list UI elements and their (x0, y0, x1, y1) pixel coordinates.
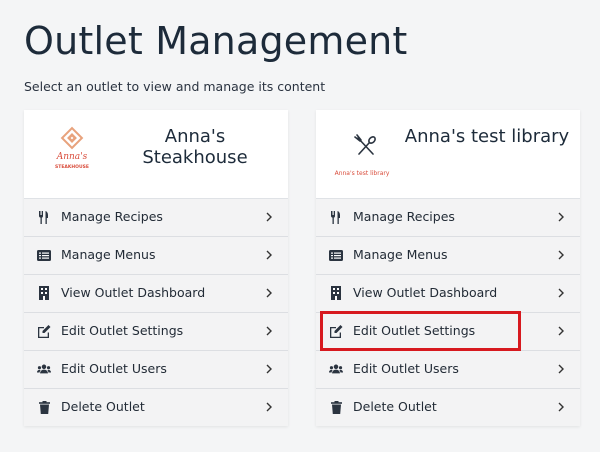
chevron-right-icon (558, 326, 564, 336)
menu-item-label: View Outlet Dashboard (353, 285, 498, 300)
chevron-right-icon (266, 250, 272, 260)
logo-text-line1: Anna's (56, 152, 88, 162)
menu-item-label: Manage Menus (61, 247, 156, 262)
page-title: Outlet Management (24, 19, 408, 63)
manage-menus-button[interactable]: Manage Menus (24, 237, 288, 275)
chevron-right-icon (558, 250, 564, 260)
menu-item-label: Edit Outlet Users (353, 361, 459, 376)
chevron-right-icon (266, 288, 272, 298)
chevron-right-icon (558, 212, 564, 222)
menu-item-label: Manage Recipes (61, 209, 163, 224)
menu-item-label: Edit Outlet Settings (61, 323, 184, 338)
building-icon (329, 286, 343, 300)
users-icon (329, 362, 343, 376)
outlet-card-annas-test-library: Anna's test library Anna's test library … (316, 110, 580, 426)
manage-recipes-button[interactable]: Manage Recipes (24, 199, 288, 237)
delete-outlet-button[interactable]: Delete Outlet (24, 389, 288, 426)
chevron-right-icon (266, 326, 272, 336)
view-outlet-dashboard-button[interactable]: View Outlet Dashboard (316, 275, 580, 313)
page-subtitle: Select an outlet to view and manage its … (24, 79, 326, 94)
edit-outlet-settings-button[interactable]: Edit Outlet Settings (24, 313, 288, 351)
chevron-right-icon (558, 402, 564, 412)
trash-icon (37, 400, 51, 414)
building-icon (37, 286, 51, 300)
chevron-right-icon (266, 364, 272, 374)
outlet-name: Anna's Steakhouse (142, 126, 248, 168)
view-outlet-dashboard-button[interactable]: View Outlet Dashboard (24, 275, 288, 313)
edit-outlet-settings-button[interactable]: Edit Outlet Settings (316, 313, 580, 351)
outlet-card-header: Anna's test library Anna's test library (316, 110, 580, 199)
trash-icon (329, 400, 343, 414)
delete-outlet-button[interactable]: Delete Outlet (316, 389, 580, 426)
menu-item-label: Manage Menus (353, 247, 448, 262)
users-icon (37, 362, 51, 376)
edit-icon (329, 324, 343, 338)
outlet-card-header: Anna's STEAKHOUSE Anna's Steakhouse (24, 110, 288, 199)
outlet-name: Anna's test library (404, 126, 570, 147)
utensils-icon (37, 210, 51, 224)
menu-list-icon (37, 248, 51, 262)
menu-item-label: Delete Outlet (353, 399, 437, 414)
menu-item-label: View Outlet Dashboard (61, 285, 206, 300)
manage-menus-button[interactable]: Manage Menus (316, 237, 580, 275)
menu-list-icon (329, 248, 343, 262)
logo-text-line2: STEAKHOUSE (55, 164, 89, 170)
outlet-logo: Anna's test library (324, 124, 404, 186)
menu-item-label: Manage Recipes (353, 209, 455, 224)
outlet-logo: Anna's STEAKHOUSE (32, 124, 112, 186)
logo-text: Anna's test library (335, 170, 390, 177)
utensils-icon (329, 210, 343, 224)
chevron-right-icon (558, 288, 564, 298)
chevron-right-icon (558, 364, 564, 374)
outlet-card-annas-steakhouse: Anna's STEAKHOUSE Anna's Steakhouse Mana… (24, 110, 288, 426)
chevron-right-icon (266, 402, 272, 412)
manage-recipes-button[interactable]: Manage Recipes (316, 199, 580, 237)
menu-item-label: Edit Outlet Settings (353, 323, 476, 338)
menu-item-label: Edit Outlet Users (61, 361, 167, 376)
menu-item-label: Delete Outlet (61, 399, 145, 414)
edit-icon (37, 324, 51, 338)
chevron-right-icon (266, 212, 272, 222)
edit-outlet-users-button[interactable]: Edit Outlet Users (316, 351, 580, 389)
edit-outlet-users-button[interactable]: Edit Outlet Users (24, 351, 288, 389)
